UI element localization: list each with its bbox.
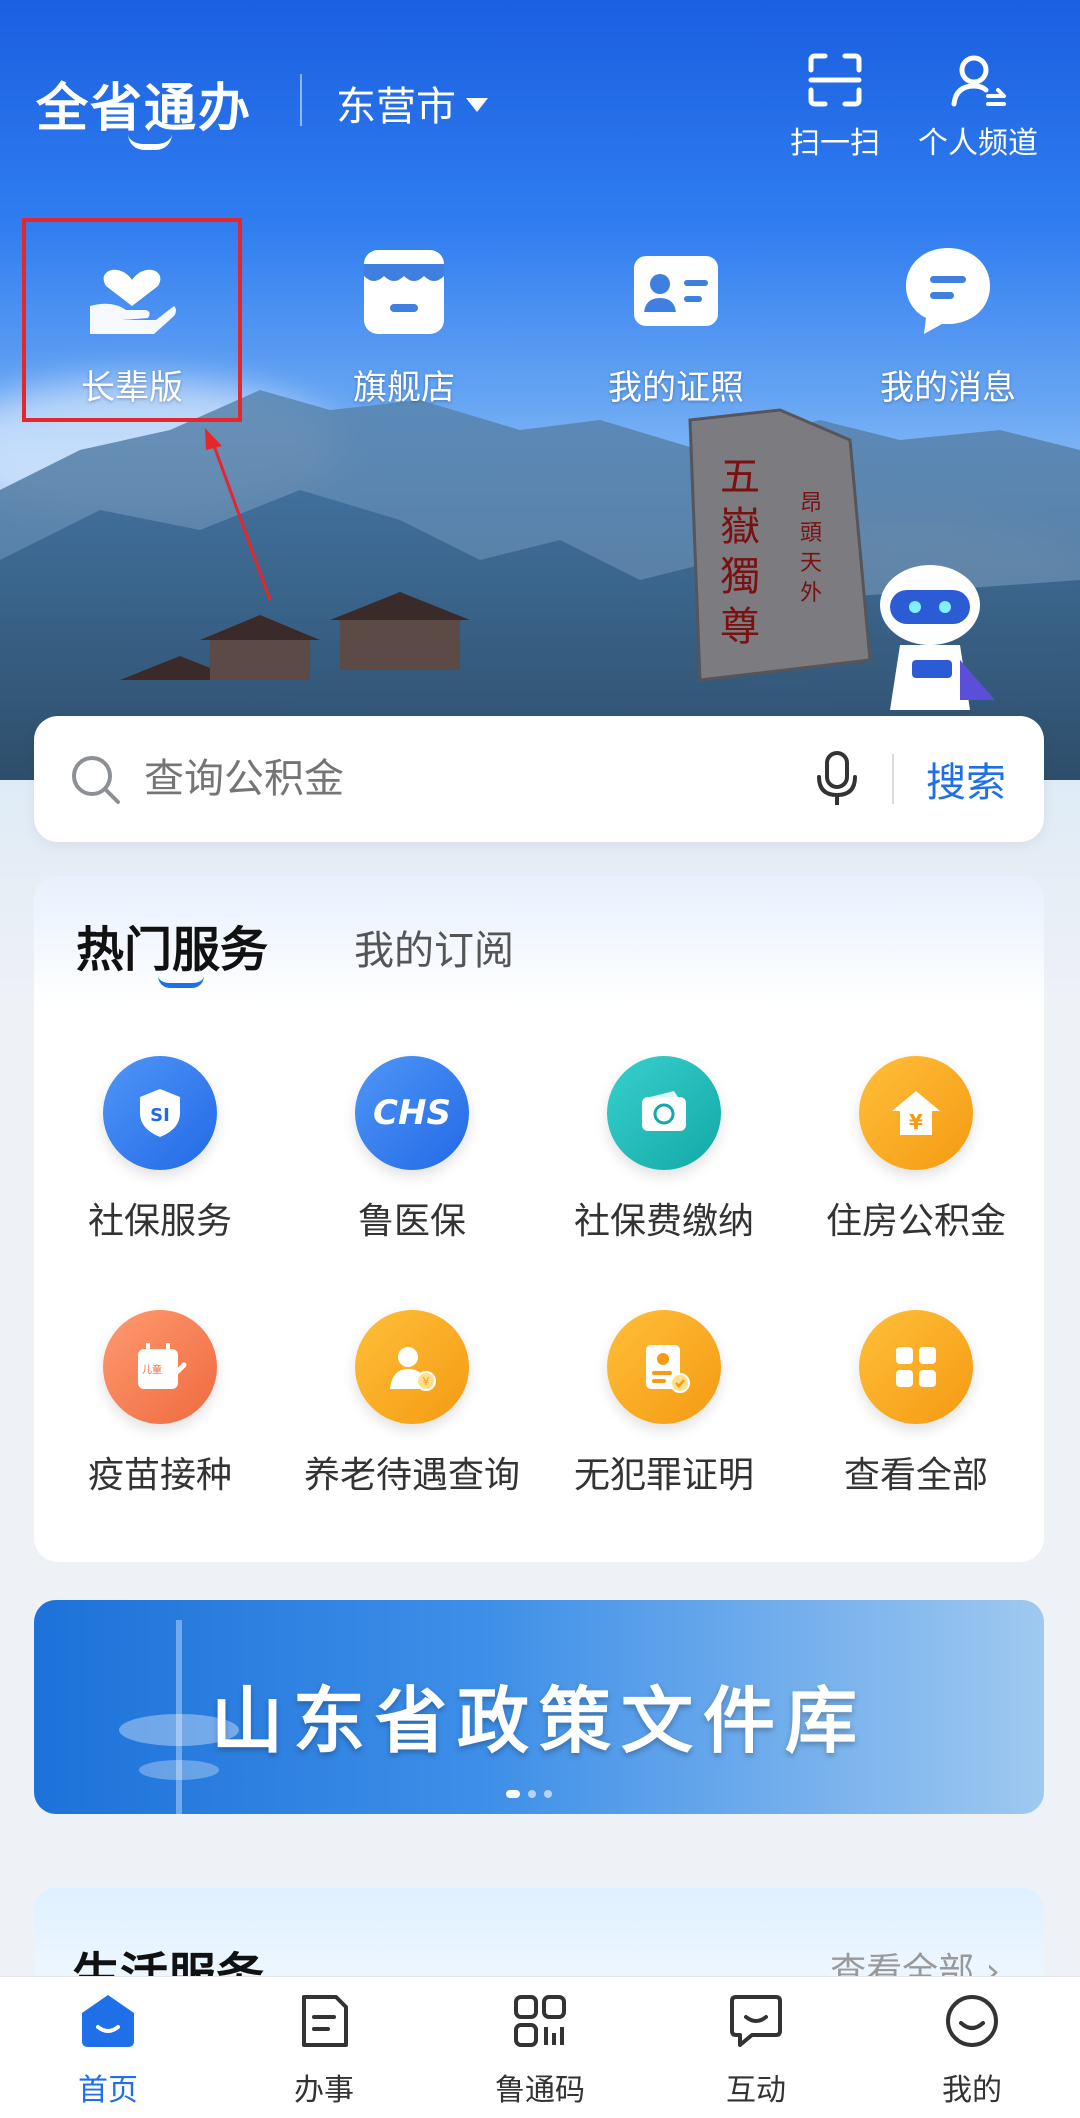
scan-button[interactable]: 扫一扫 <box>790 50 880 162</box>
mascot-robot-icon <box>880 565 995 710</box>
service-housing-fund[interactable]: ¥ 住房公积金 <box>790 1056 1042 1244</box>
svg-text:SI: SI <box>150 1105 170 1126</box>
services-tabs: 热门服务 我的订阅 <box>34 876 1044 1006</box>
nav-label: 办事 <box>294 2073 354 2108</box>
quick-entry-label: 旗舰店 <box>353 368 455 408</box>
svg-text:天: 天 <box>800 551 822 576</box>
scan-icon <box>808 53 862 107</box>
svg-text:昂: 昂 <box>800 491 822 516</box>
nav-lu-code[interactable]: 鲁通码 <box>432 1991 648 2109</box>
search-button[interactable]: 搜索 <box>926 750 1006 808</box>
caret-down-icon <box>466 98 488 112</box>
active-tab-indicator <box>158 976 204 988</box>
service-no-criminal-record[interactable]: 无犯罪证明 <box>538 1310 790 1498</box>
service-social-security-payment[interactable]: 社保费缴纳 <box>538 1056 790 1244</box>
house-yuan-icon: ¥ <box>859 1056 973 1170</box>
service-label: 鲁医保 <box>357 1201 466 1242</box>
yuan-text: ¥ <box>909 1110 923 1134</box>
service-vaccination[interactable]: 儿童 疫苗接种 <box>34 1310 286 1498</box>
elder-pension-icon: ¥ <box>355 1310 469 1424</box>
id-card-icon <box>626 240 726 340</box>
bottom-nav: 首页 办事 鲁通码 互动 我的 <box>0 1976 1080 2118</box>
certificate-icon <box>607 1310 721 1424</box>
service-label: 无犯罪证明 <box>573 1455 754 1496</box>
child-text: 儿童 <box>142 1363 162 1376</box>
chs-icon: CHS <box>355 1056 469 1170</box>
city-selector[interactable]: 东营市 <box>336 74 488 132</box>
store-icon <box>354 240 454 340</box>
nav-interaction[interactable]: 互动 <box>648 1991 864 2109</box>
service-pension-query[interactable]: ¥ 养老待遇查询 <box>286 1310 538 1498</box>
nav-label: 互动 <box>726 2073 786 2108</box>
quick-entry-my-certificates[interactable]: 我的证照 <box>576 240 776 409</box>
brand-smile-mark <box>128 134 172 150</box>
nav-home[interactable]: 首页 <box>0 1991 216 2109</box>
nav-label: 鲁通码 <box>495 2073 585 2108</box>
search-divider <box>892 754 894 804</box>
service-social-security[interactable]: SI 社保服务 <box>34 1056 286 1244</box>
carousel-dot <box>544 1790 552 1798</box>
svg-text:五: 五 <box>720 454 760 500</box>
chs-icon-text: CHS <box>373 1093 451 1133</box>
service-label: 查看全部 <box>843 1455 988 1496</box>
shield-si-icon: SI <box>103 1056 217 1170</box>
scan-label: 扫一扫 <box>790 126 880 161</box>
search-bar[interactable]: 搜索 <box>34 716 1044 842</box>
highlight-annotation-box <box>22 218 242 422</box>
service-label: 社保服务 <box>87 1201 232 1242</box>
tab-my-subscriptions[interactable]: 我的订阅 <box>354 918 514 976</box>
code-icon <box>514 1995 566 2047</box>
microphone-icon[interactable] <box>812 749 862 809</box>
service-view-all[interactable]: 查看全部 <box>790 1310 1042 1498</box>
city-name: 东营市 <box>336 84 456 130</box>
carousel-dot <box>506 1790 520 1798</box>
profile-icon <box>946 1995 998 2047</box>
personal-channel-button[interactable]: 个人频道 <box>918 50 1038 162</box>
nav-label: 我的 <box>942 2073 1002 2108</box>
carousel-dot <box>528 1790 536 1798</box>
grid-icon <box>859 1310 973 1424</box>
policy-library-banner[interactable]: 山东省政策文件库 <box>34 1600 1044 1814</box>
service-label: 养老待遇查询 <box>303 1455 520 1496</box>
search-icon <box>72 756 120 804</box>
svg-text:尊: 尊 <box>720 604 760 650</box>
hot-services-card: 热门服务 我的订阅 SI 社保服务 CHS 鲁医保 社保费缴纳 ¥ 住房公积金 … <box>34 876 1044 1562</box>
nav-label: 首页 <box>78 2073 138 2108</box>
svg-text:嶽: 嶽 <box>720 504 760 550</box>
app-header: 全省通办 东营市 扫一扫 个人频道 <box>0 40 1080 170</box>
svg-text:獨: 獨 <box>720 554 760 600</box>
home-icon <box>82 1995 134 2047</box>
service-label: 社保费缴纳 <box>573 1201 754 1242</box>
service-lu-medical-insurance[interactable]: CHS 鲁医保 <box>286 1056 538 1244</box>
quick-entry-label: 我的证照 <box>608 368 744 408</box>
tab-hot-services[interactable]: 热门服务 <box>76 910 268 980</box>
service-label: 住房公积金 <box>825 1201 1006 1242</box>
message-icon <box>898 240 998 340</box>
si-card-icon <box>607 1056 721 1170</box>
svg-text:頭: 頭 <box>800 521 822 546</box>
banner-title: 山东省政策文件库 <box>210 1678 867 1763</box>
person-switch-icon <box>951 55 1006 107</box>
vaccine-calendar-icon: 儿童 <box>103 1310 217 1424</box>
personal-label: 个人频道 <box>918 126 1038 161</box>
header-divider <box>300 74 302 126</box>
nav-tasks[interactable]: 办事 <box>216 1991 432 2109</box>
tasks-icon <box>302 1995 348 2047</box>
nav-profile[interactable]: 我的 <box>864 1991 1080 2109</box>
quick-entry-label: 我的消息 <box>880 368 1016 408</box>
chat-icon <box>730 1995 782 2047</box>
brand-title: 全省通办 <box>36 79 253 139</box>
carousel-dots <box>506 1790 552 1798</box>
svg-text:外: 外 <box>800 581 822 606</box>
yuan-text: ¥ <box>423 1375 430 1388</box>
quick-entry-my-messages[interactable]: 我的消息 <box>848 240 1048 409</box>
service-label: 疫苗接种 <box>87 1455 232 1496</box>
search-input[interactable] <box>144 756 812 802</box>
quick-entry-flagship-store[interactable]: 旗舰店 <box>304 240 504 409</box>
